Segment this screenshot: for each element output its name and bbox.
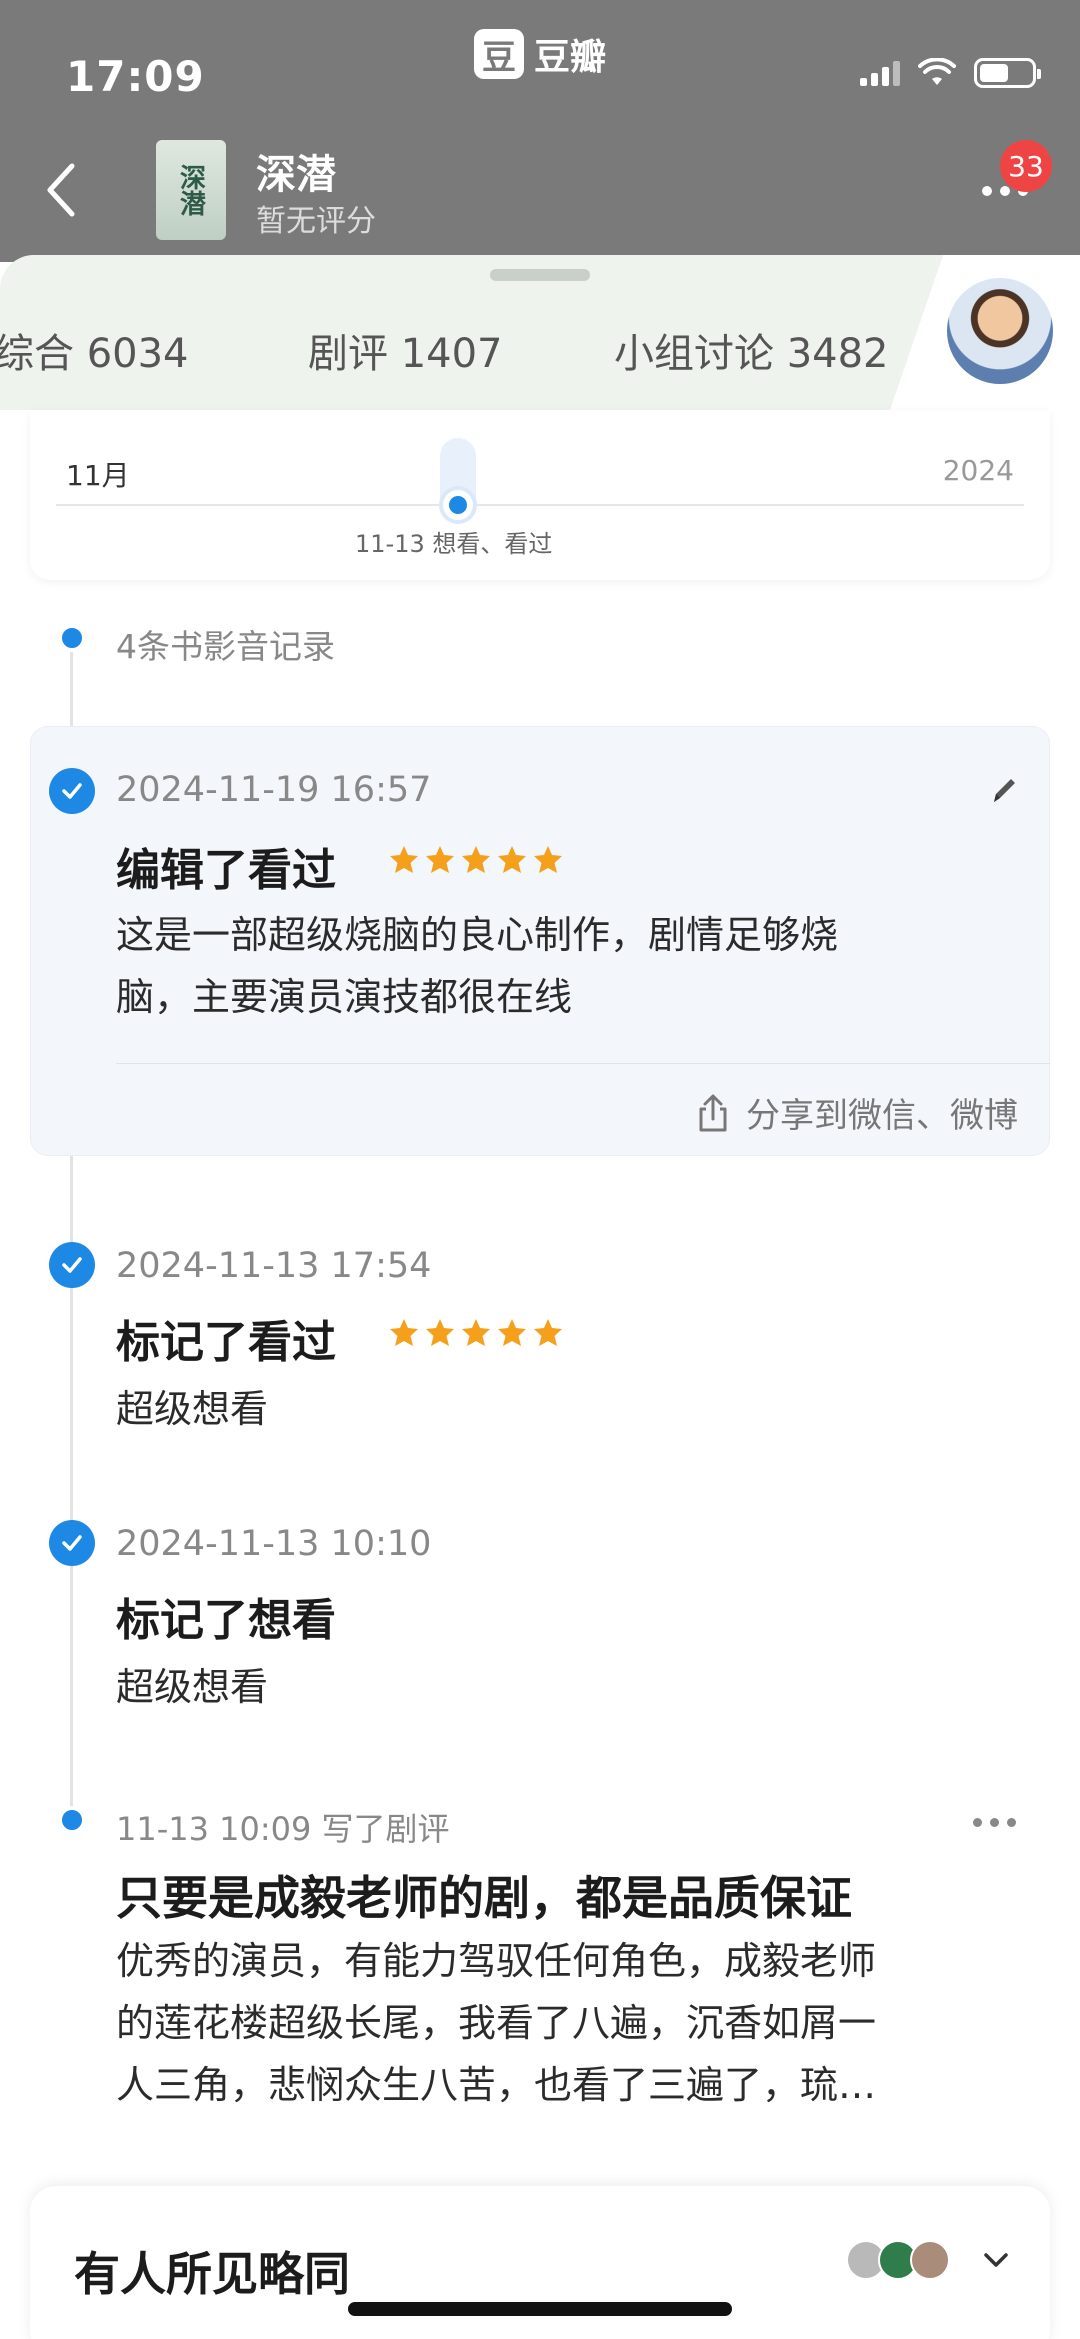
check-icon xyxy=(49,1242,95,1288)
timeline-year: 2024 xyxy=(942,454,1014,487)
similar-users-title: 有人所见略同 xyxy=(74,2247,350,2301)
star-icon xyxy=(390,1319,418,1346)
movie-cover[interactable]: 深潜 xyxy=(156,140,226,240)
star-icon xyxy=(534,1319,562,1346)
app-brand: 豆 豆瓣 xyxy=(474,28,606,80)
drag-handle[interactable] xyxy=(490,269,590,281)
review-line: 优秀的演员，有能力驾驭任何角色，成毅老师 xyxy=(116,1939,877,1983)
review-more-icon[interactable] xyxy=(973,1818,1016,1827)
rail-dot xyxy=(58,1806,86,1834)
share-button[interactable]: 分享到微信、微博 xyxy=(696,1088,1018,1137)
review-line: 人三角，悲悯众生八苦，也看了三遍了，琉… xyxy=(116,2063,877,2107)
share-label: 分享到微信、微博 xyxy=(746,1096,1018,1136)
status-time: 17:09 xyxy=(66,52,205,101)
app-name: 豆瓣 xyxy=(534,37,607,78)
movie-rating: 暂无评分 xyxy=(256,204,376,239)
review-meta: 11-13 10:09 写了剧评 xyxy=(116,1810,450,1848)
check-icon xyxy=(49,768,95,814)
rating-stars xyxy=(388,844,564,876)
edit-pencil-icon[interactable] xyxy=(986,772,1022,808)
timeline-month: 11月 xyxy=(66,459,130,492)
top-bar: 17:09 豆 豆瓣 深潜 深潜 暂无评分 33 xyxy=(0,0,1080,262)
timeline-axis xyxy=(56,504,1024,506)
review-title[interactable]: 只要是成毅老师的剧，都是品质保证 xyxy=(116,1862,852,1928)
avatar xyxy=(910,2240,950,2280)
star-icon xyxy=(498,846,526,873)
rating-stars xyxy=(388,1317,564,1349)
star-icon xyxy=(390,846,418,873)
timeline-marker[interactable] xyxy=(443,490,473,520)
battery-icon xyxy=(974,58,1041,88)
home-indicator xyxy=(348,2302,732,2316)
star-icon xyxy=(498,1319,526,1346)
tab-overview[interactable]: 综合 6034 xyxy=(0,321,189,379)
share-icon xyxy=(699,1094,727,1131)
entry-comment: 超级想看 xyxy=(116,1665,269,1709)
similar-users-panel[interactable]: 有人所见略同 xyxy=(30,2186,1050,2339)
timeline-card: 11月 2024 11-13 想看、看过 xyxy=(30,410,1050,580)
similar-user-avatars xyxy=(846,2240,950,2280)
douban-logo-icon: 豆 xyxy=(474,29,524,79)
review-body[interactable]: 优秀的演员，有能力驾驭任何角色，成毅老师 的莲花楼超级长尾，我看了八遍，沉香如屑… xyxy=(116,1930,1016,2116)
movie-title[interactable]: 深潜 xyxy=(256,142,336,200)
check-icon xyxy=(49,1520,95,1566)
records-count: 4条书影音记录 xyxy=(116,627,335,666)
star-icon xyxy=(462,846,490,873)
back-arrow-icon[interactable] xyxy=(42,160,82,220)
entry-date: 2024-11-13 10:10 xyxy=(116,1524,432,1564)
entry-action: 编辑了看过 xyxy=(116,845,336,896)
entry-comment-line: 脑，主要演员演技都很在线 xyxy=(116,975,573,1019)
tab-reviews[interactable]: 剧评 1407 xyxy=(308,321,503,379)
entry-comment: 这是一部超级烧脑的良心制作，剧情足够烧 脑，主要演员演技都很在线 xyxy=(116,904,1016,1028)
timeline-marker-label: 11-13 想看、看过 xyxy=(355,530,553,558)
entry-date: 2024-11-19 16:57 xyxy=(116,770,432,810)
chevron-down-icon[interactable] xyxy=(982,2250,1010,2270)
entry-action: 标记了看过 xyxy=(116,1317,336,1368)
movie-cover-text: 深潜 xyxy=(175,164,206,216)
star-icon xyxy=(426,1319,454,1346)
entry-comment: 超级想看 xyxy=(116,1387,269,1431)
notification-badge[interactable]: 33 xyxy=(1000,140,1052,192)
rail-dot xyxy=(58,624,86,652)
status-icons xyxy=(860,58,1041,88)
review-line: 的莲花楼超级长尾，我看了八遍，沉香如屑一 xyxy=(116,2001,877,2045)
entry-comment-line: 这是一部超级烧脑的良心制作，剧情足够烧 xyxy=(116,913,839,957)
entry-action: 标记了想看 xyxy=(116,1595,336,1646)
tab-group-discussion[interactable]: 小组讨论 3482 xyxy=(614,321,889,379)
star-icon xyxy=(426,846,454,873)
user-avatar[interactable] xyxy=(944,275,1056,387)
entry-date: 2024-11-13 17:54 xyxy=(116,1246,432,1286)
entry-divider xyxy=(116,1063,1050,1064)
wifi-icon xyxy=(918,58,956,85)
star-icon xyxy=(462,1319,490,1346)
star-icon xyxy=(534,846,562,873)
cellular-signal-icon xyxy=(860,60,900,86)
